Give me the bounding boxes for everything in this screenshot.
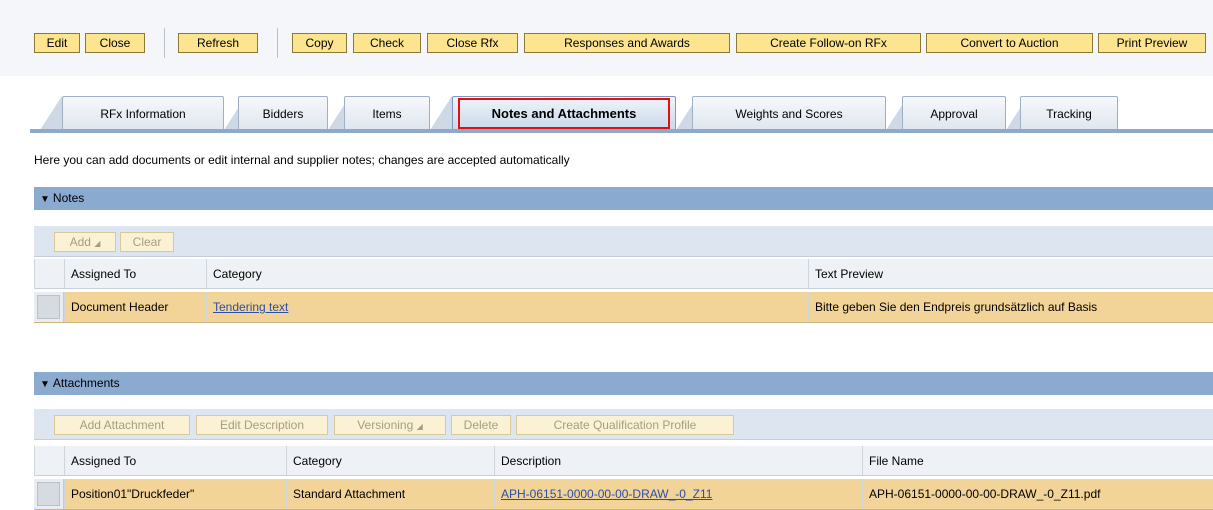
tab-bidders[interactable]: Bidders (238, 96, 328, 130)
create-follow-on-rfx-button[interactable]: Create Follow-on RFx (736, 33, 921, 53)
column-assigned-to[interactable]: Assigned To (64, 446, 286, 475)
cell-description: APH-06151-0000-00-00-DRAW_-0_Z11 (494, 479, 862, 509)
highlight-box (458, 98, 670, 129)
versioning-label: Versioning (357, 418, 414, 432)
toolbar-separator (277, 28, 278, 58)
row-selector[interactable] (34, 479, 64, 509)
responses-and-awards-button[interactable]: Responses and Awards (524, 33, 730, 53)
notes-clear-button[interactable]: Clear (120, 232, 174, 252)
add-attachment-button[interactable]: Add Attachment (54, 415, 190, 435)
column-text-preview[interactable]: Text Preview (808, 259, 1213, 288)
column-description[interactable]: Description (494, 446, 862, 475)
tab-tracking[interactable]: Tracking (1020, 96, 1118, 130)
close-rfx-button[interactable]: Close Rfx (427, 33, 518, 53)
refresh-button[interactable]: Refresh (178, 33, 258, 53)
select-all-cell[interactable] (34, 259, 64, 288)
collapse-triangle-icon[interactable]: ▼ (40, 379, 50, 390)
notes-column-header: Assigned To Category Text Preview (34, 259, 1213, 289)
tab-edge (430, 96, 452, 130)
cell-file-name: APH-06151-0000-00-00-DRAW_-0_Z11.pdf (862, 479, 1213, 509)
notes-add-label: Add (69, 235, 91, 249)
info-text: Here you can add documents or edit inter… (34, 153, 570, 167)
select-all-cell[interactable] (34, 446, 64, 475)
attachments-column-header: Assigned To Category Description File Na… (34, 446, 1213, 476)
attachments-title: Attachments (52, 376, 120, 390)
attachments-toolbar: Add Attachment Edit Description Versioni… (34, 409, 1213, 440)
copy-button[interactable]: Copy (292, 33, 347, 53)
edit-button[interactable]: Edit (34, 33, 80, 53)
toolbar-separator (164, 28, 165, 58)
column-category[interactable]: Category (206, 259, 808, 288)
dropdown-arrow-icon: ◢ (416, 422, 423, 431)
collapse-triangle-icon[interactable]: ▼ (40, 194, 50, 205)
notes-toolbar: Add ◢ Clear (34, 226, 1213, 257)
table-row[interactable]: Position01"Druckfeder" Standard Attachme… (34, 479, 1213, 510)
column-category[interactable]: Category (286, 446, 494, 475)
tab-underline (30, 129, 1213, 133)
column-assigned-to[interactable]: Assigned To (64, 259, 206, 288)
cell-assigned-to: Position01"Druckfeder" (64, 479, 286, 509)
tab-weights-and-scores[interactable]: Weights and Scores (692, 96, 886, 130)
tab-approval[interactable]: Approval (902, 96, 1006, 130)
notes-title: Notes (52, 191, 85, 205)
cell-text-preview: Bitte geben Sie den Endpreis grundsätzli… (808, 292, 1213, 322)
convert-to-auction-button[interactable]: Convert to Auction (926, 33, 1093, 53)
tab-edge (40, 96, 62, 130)
cell-assigned-to: Document Header (64, 292, 206, 322)
attachments-section-header[interactable]: ▼ Attachments (34, 372, 1213, 395)
versioning-button[interactable]: Versioning ◢ (334, 415, 446, 435)
cell-category: Standard Attachment (286, 479, 494, 509)
notes-section-header[interactable]: ▼ Notes (34, 187, 1213, 210)
row-selector[interactable] (34, 292, 64, 322)
check-button[interactable]: Check (353, 33, 421, 53)
table-row[interactable]: Document Header Tendering text Bitte geb… (34, 292, 1213, 323)
cell-category: Tendering text (206, 292, 808, 322)
delete-button[interactable]: Delete (451, 415, 511, 435)
create-qualification-profile-button[interactable]: Create Qualification Profile (516, 415, 734, 435)
tab-items[interactable]: Items (344, 96, 430, 130)
print-preview-button[interactable]: Print Preview (1098, 33, 1206, 53)
attachment-description-link[interactable]: APH-06151-0000-00-00-DRAW_-0_Z11 (501, 487, 712, 501)
notes-add-button[interactable]: Add ◢ (54, 232, 116, 252)
edit-description-button[interactable]: Edit Description (196, 415, 328, 435)
close-button[interactable]: Close (85, 33, 145, 53)
tendering-text-link[interactable]: Tendering text (213, 300, 288, 314)
tab-rfx-information[interactable]: RFx Information (62, 96, 224, 130)
dropdown-arrow-icon: ◢ (94, 239, 101, 248)
column-file-name[interactable]: File Name (862, 446, 1213, 475)
